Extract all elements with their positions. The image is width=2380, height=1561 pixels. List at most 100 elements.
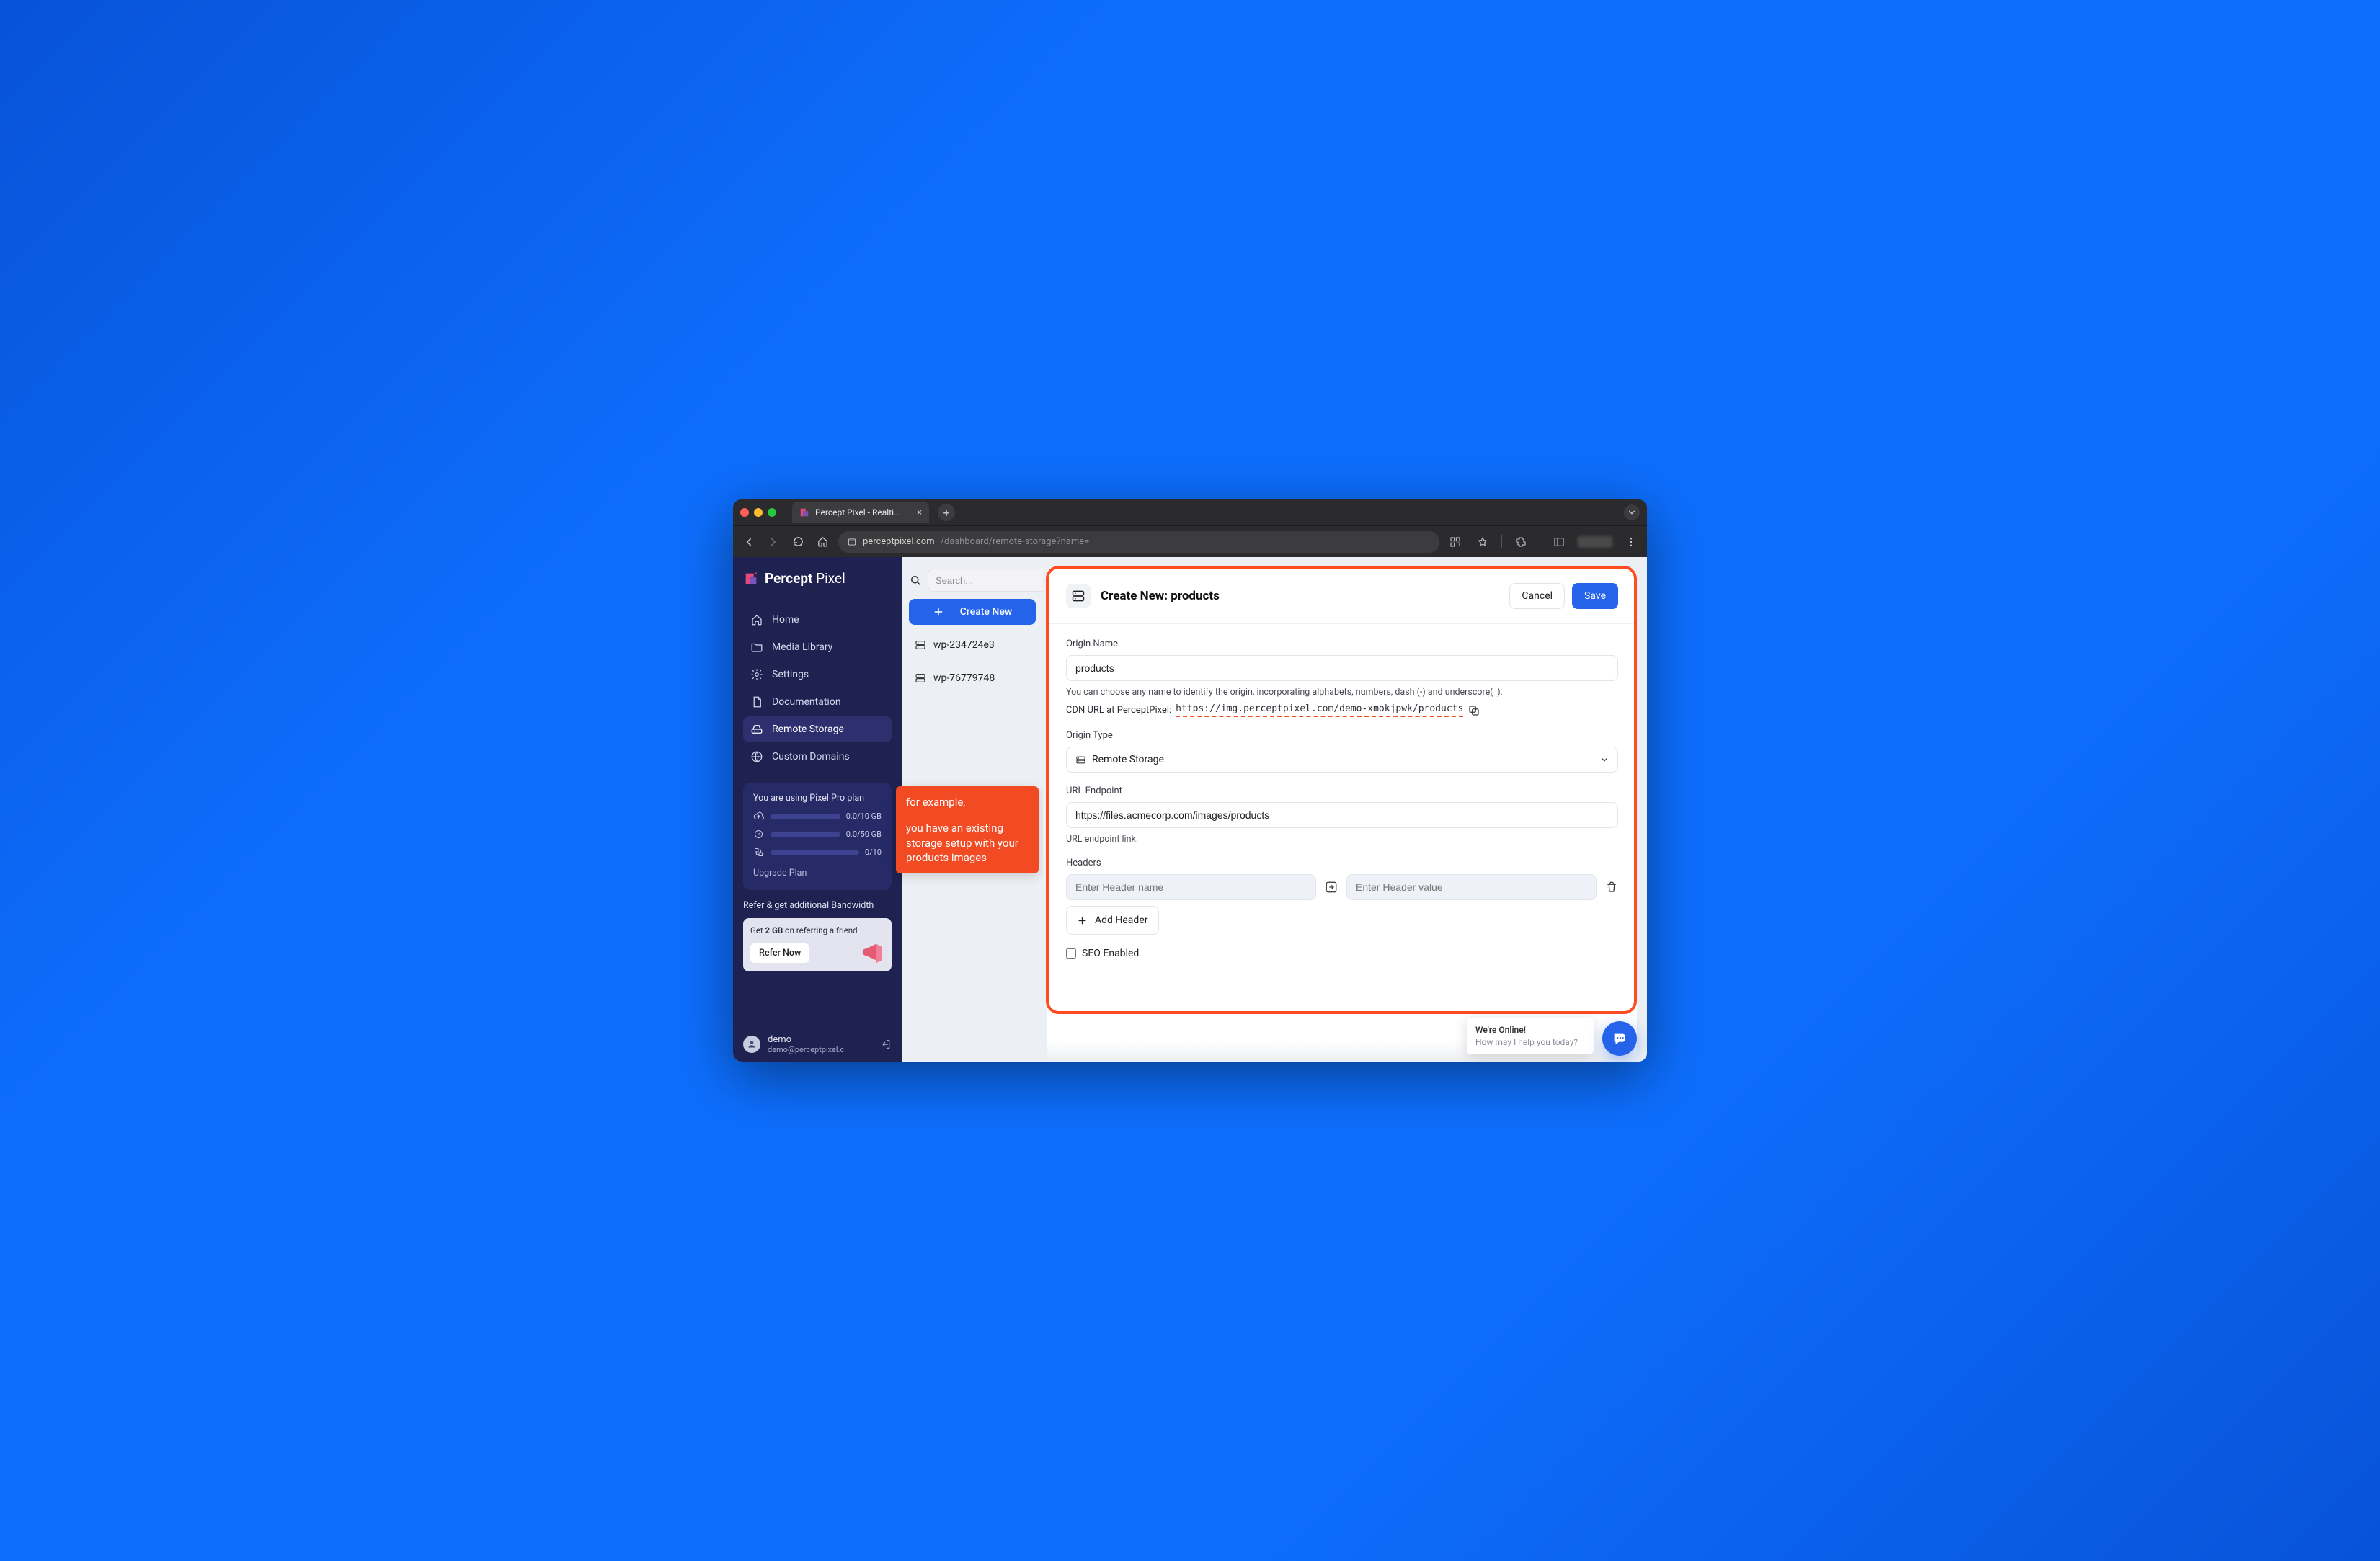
cancel-button[interactable]: Cancel [1509, 583, 1565, 609]
plan-value: 0.0/50 GB [846, 830, 882, 839]
upgrade-plan-link[interactable]: Upgrade Plan [753, 868, 882, 879]
annotation-callout: for example, you have an existing storag… [896, 786, 1039, 873]
app-content: Percept Pixel Home Media Library Setting… [733, 557, 1647, 1062]
url-endpoint-hint: URL endpoint link. [1066, 834, 1618, 845]
logout-icon[interactable] [880, 1039, 892, 1050]
logo[interactable]: Percept Pixel [743, 570, 892, 587]
reload-icon[interactable] [789, 533, 807, 551]
logo-icon [743, 571, 759, 587]
divider [1047, 623, 1637, 624]
sidebar-item-documentation[interactable]: Documentation [743, 689, 892, 715]
user-name: demo [768, 1034, 844, 1045]
url-endpoint-input[interactable] [1066, 802, 1618, 828]
cdn-url-label: CDN URL at PerceptPixel: [1066, 705, 1171, 716]
megaphone-icon [858, 941, 886, 966]
progress-bar [771, 850, 859, 855]
sidebar-nav: Home Media Library Settings Documentatio… [743, 607, 892, 770]
origin-list-item[interactable]: wp-234724e3 [909, 632, 1036, 658]
origin-name: wp-76779748 [933, 672, 995, 684]
tab-strip: Percept Pixel - Realtime Ima… × + [733, 499, 1647, 525]
sidepanel-icon[interactable] [1550, 533, 1568, 551]
origin-name-hint: You can choose any name to identify the … [1066, 687, 1618, 698]
sidebar-item-remote-storage[interactable]: Remote Storage [743, 716, 892, 742]
plan-row-upload: 0.0/10 GB [753, 811, 882, 822]
origin-type-value: Remote Storage [1092, 754, 1164, 765]
create-origin-panel: Create New: products Cancel Save Origin … [1047, 567, 1637, 1062]
origin-type-label: Origin Type [1066, 730, 1618, 741]
origin-type-select[interactable]: Remote Storage [1066, 747, 1618, 773]
chat-title: We're Online! [1475, 1025, 1585, 1035]
sidebar-item-media-library[interactable]: Media Library [743, 634, 892, 660]
sidebar: Percept Pixel Home Media Library Setting… [733, 557, 902, 1062]
origins-column: Create New wp-234724e3 wp-76779748 for e… [902, 557, 1043, 1062]
plus-icon [933, 606, 944, 618]
browser-window: Percept Pixel - Realtime Ima… × + percep… [733, 499, 1647, 1062]
bookmark-icon[interactable] [1474, 533, 1491, 551]
chevron-down-icon [1599, 755, 1609, 765]
header-name-input[interactable] [1066, 874, 1316, 900]
separator [1501, 535, 1502, 548]
refer-now-button[interactable]: Refer Now [750, 943, 809, 963]
new-tab-button[interactable]: + [938, 504, 955, 521]
sidebar-item-settings[interactable]: Settings [743, 662, 892, 688]
globe-icon [750, 750, 763, 763]
sidebar-item-home[interactable]: Home [743, 607, 892, 633]
address-bar[interactable]: perceptpixel.com/dashboard/remote-storag… [838, 531, 1439, 553]
drive-icon [750, 723, 763, 736]
sidebar-item-custom-domains[interactable]: Custom Domains [743, 744, 892, 770]
refer-blurb: Get 2 GB on referring a friend [750, 925, 884, 936]
upload-cloud-icon [753, 811, 765, 822]
refer-section: Refer & get additional Bandwidth Get 2 G… [743, 900, 892, 971]
folder-icon [750, 641, 763, 654]
maximize-window-dot[interactable] [768, 508, 776, 517]
forward-icon[interactable] [765, 533, 782, 551]
sidebar-item-label: Home [772, 614, 799, 626]
back-icon[interactable] [740, 533, 758, 551]
tabs-menu-button[interactable] [1624, 504, 1640, 520]
copy-icon[interactable] [1467, 704, 1480, 717]
plan-value: 0/10 [865, 848, 882, 857]
qr-icon[interactable] [1447, 533, 1464, 551]
gauge-icon [753, 829, 765, 840]
document-icon [750, 695, 763, 708]
header-value-input[interactable] [1346, 874, 1597, 900]
origin-name-input[interactable] [1066, 655, 1618, 681]
kebab-menu-icon[interactable] [1622, 533, 1640, 551]
origin-list-item[interactable]: wp-76779748 [909, 665, 1036, 691]
user-footer: demo demo@perceptpixel.c [743, 1034, 892, 1054]
server-icon [1066, 584, 1091, 608]
transform-icon [753, 847, 765, 858]
plus-icon [1077, 915, 1088, 926]
cdn-url-value: https://img.perceptpixel.com/demo-xmokjp… [1176, 703, 1463, 717]
trash-icon[interactable] [1605, 881, 1618, 894]
close-tab-icon[interactable]: × [917, 507, 922, 518]
chat-icon [1612, 1031, 1628, 1046]
home-icon[interactable] [814, 533, 831, 551]
create-new-button[interactable]: Create New [909, 599, 1036, 625]
browser-tab[interactable]: Percept Pixel - Realtime Ima… × [792, 502, 929, 523]
seo-enabled-checkbox[interactable] [1066, 948, 1076, 959]
site-settings-icon [847, 537, 857, 547]
server-icon [1075, 755, 1086, 765]
minimize-window-dot[interactable] [754, 508, 763, 517]
chat-fab-button[interactable] [1602, 1021, 1637, 1056]
panel-title: Create New: products [1101, 589, 1220, 603]
profile-blurred[interactable] [1578, 536, 1612, 548]
save-button[interactable]: Save [1572, 583, 1618, 609]
extensions-icon[interactable] [1512, 533, 1529, 551]
chat-popover[interactable]: We're Online! How may I help you today? [1467, 1018, 1594, 1054]
chat-subtitle: How may I help you today? [1475, 1037, 1585, 1047]
progress-bar [771, 832, 840, 837]
toolbar-right [1447, 533, 1640, 551]
sidebar-item-label: Settings [772, 669, 809, 680]
avatar[interactable] [743, 1036, 760, 1053]
url-host: perceptpixel.com [863, 536, 935, 547]
plan-row-bandwidth: 0.0/50 GB [753, 829, 882, 840]
add-header-button[interactable]: Add Header [1066, 906, 1159, 935]
close-window-dot[interactable] [740, 508, 749, 517]
gear-icon [750, 668, 763, 681]
progress-bar [771, 814, 840, 819]
logo-text: Percept Pixel [765, 570, 845, 587]
url-endpoint-label: URL Endpoint [1066, 786, 1618, 796]
search-icon [909, 574, 922, 587]
